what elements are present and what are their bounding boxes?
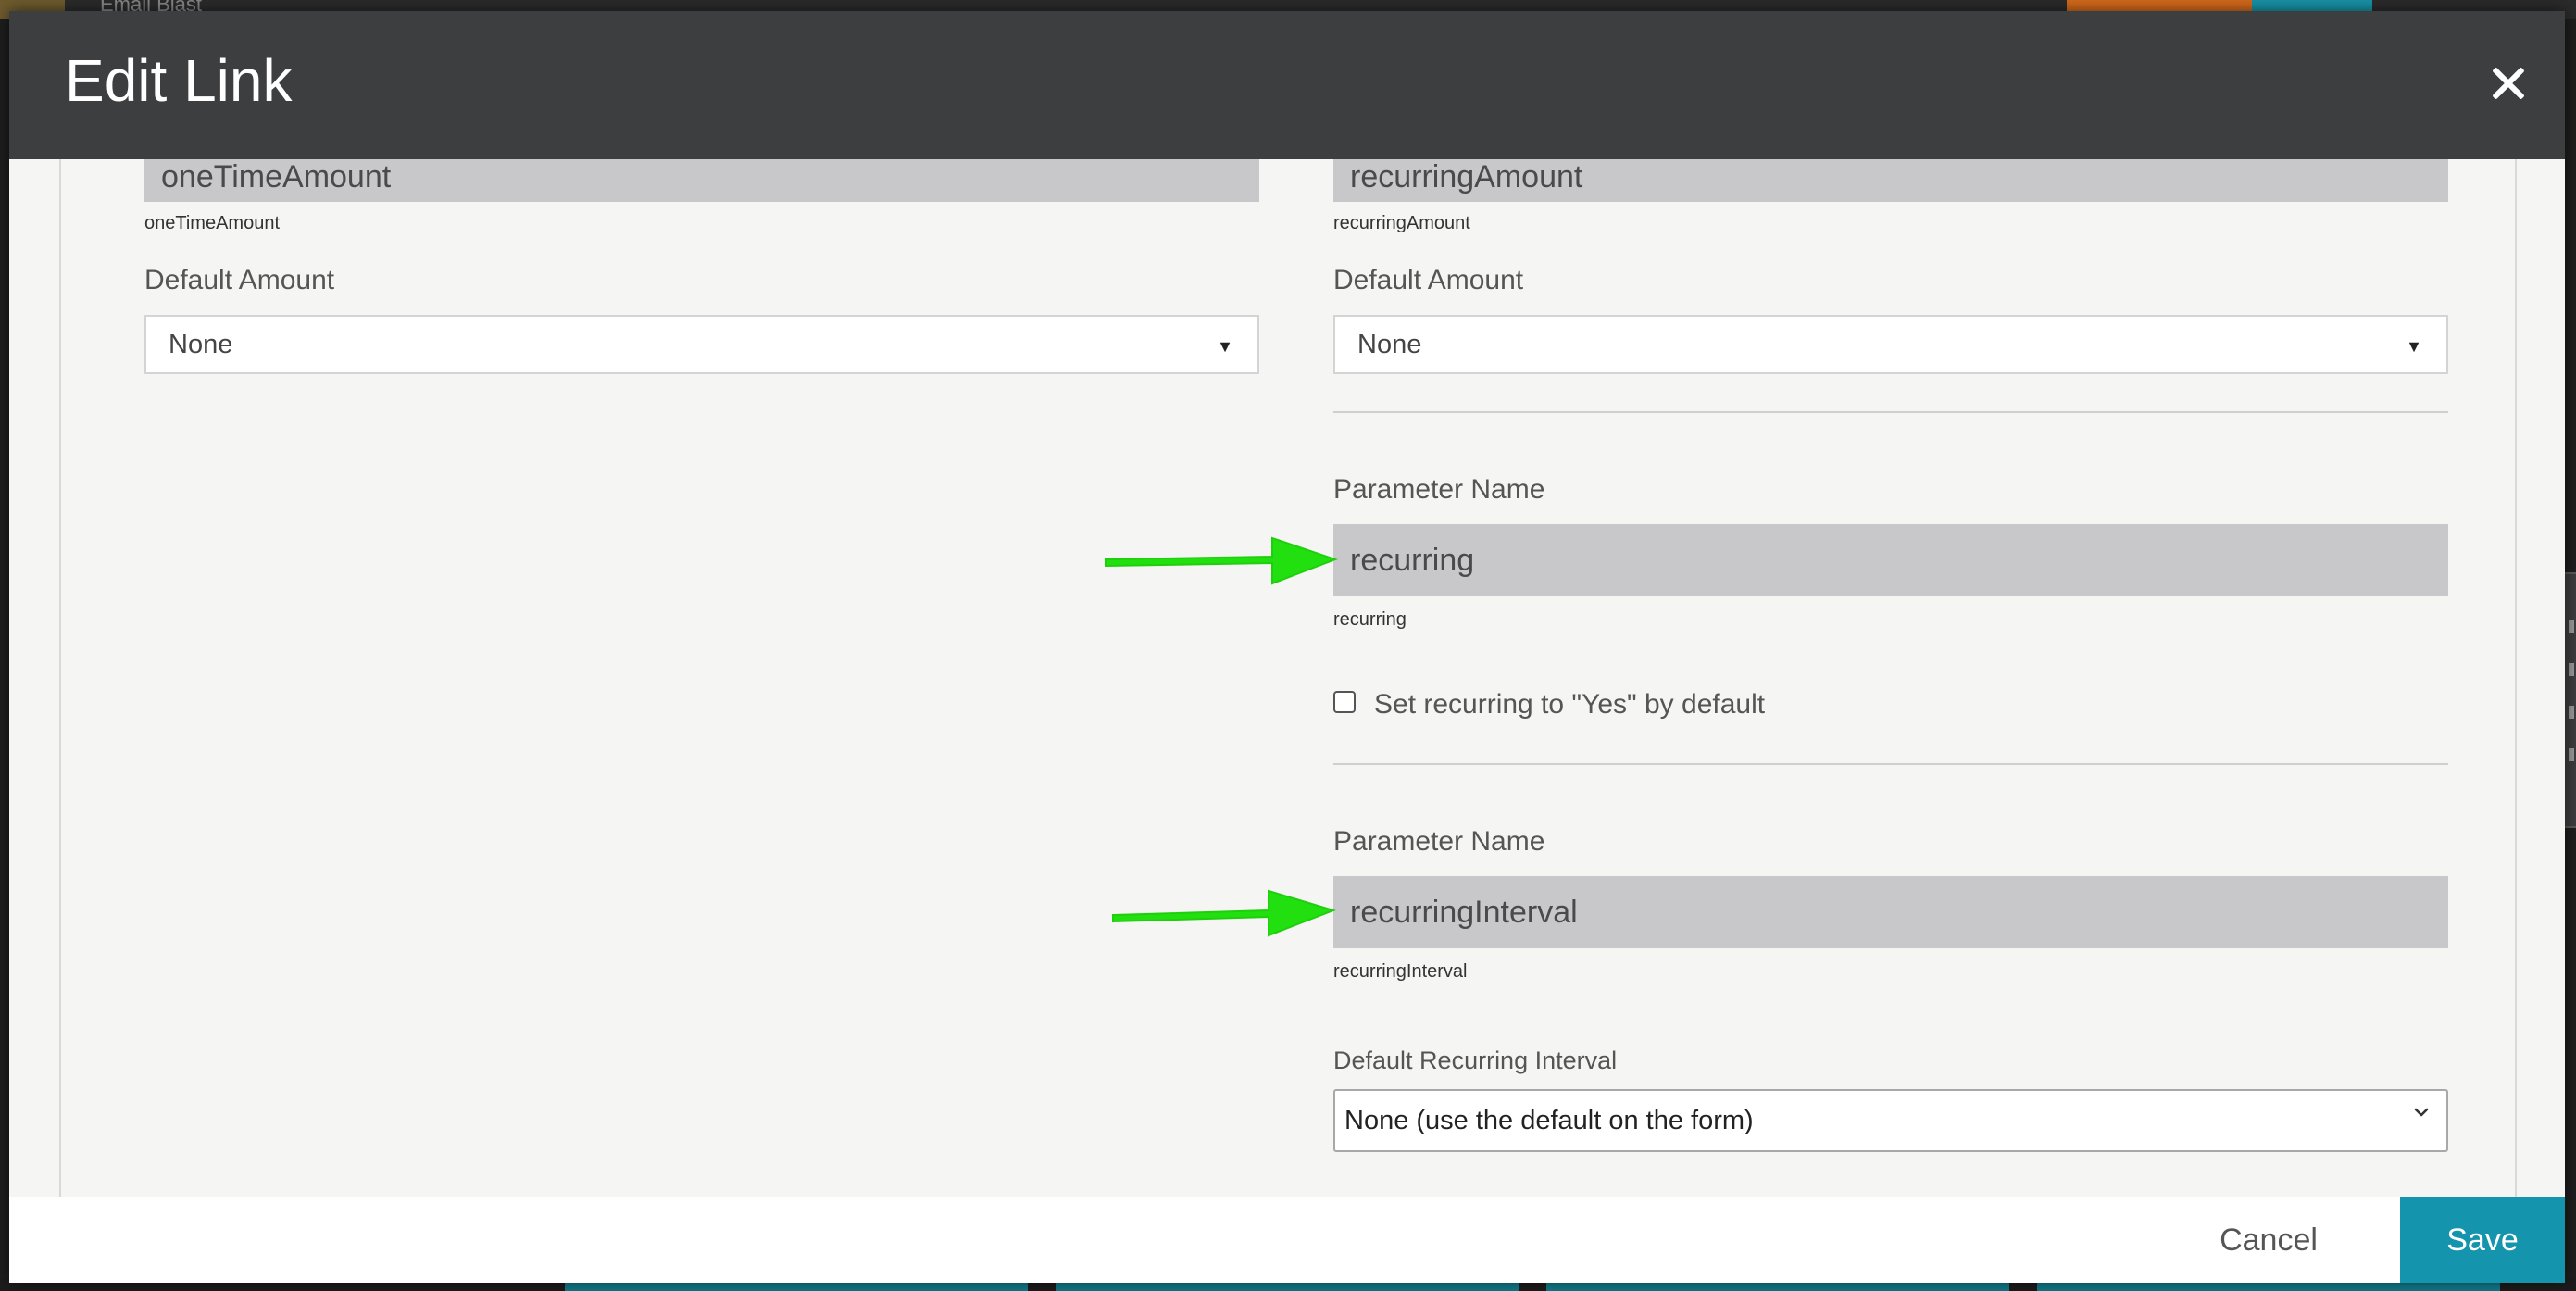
default-recurring-interval-label: Default Recurring Interval xyxy=(1333,1047,1618,1074)
right-default-amount-value: None xyxy=(1357,329,1422,359)
left-default-amount-label: Default Amount xyxy=(144,265,335,295)
one-time-amount-hint: oneTimeAmount xyxy=(144,213,280,233)
close-icon[interactable] xyxy=(2489,65,2526,102)
caret-down-icon: ▼ xyxy=(1217,337,1233,356)
right-default-amount-label: Default Amount xyxy=(1333,265,1524,295)
content-panel: oneTimeAmount oneTimeAmount Default Amou… xyxy=(59,159,2517,1197)
save-button[interactable]: Save xyxy=(2400,1197,2565,1283)
chevron-down-icon xyxy=(2414,1108,2429,1117)
recurring-interval-param-input[interactable]: recurringInterval xyxy=(1333,876,2448,948)
left-default-amount-select[interactable]: None ▼ xyxy=(144,315,1259,374)
recurring-amount-hint: recurringAmount xyxy=(1333,213,1470,233)
recurring-param-hint: recurring xyxy=(1333,609,1407,630)
modal-header: Edit Link xyxy=(9,11,2565,159)
modal-footer: Cancel Save xyxy=(9,1197,2565,1283)
recurring-interval-param-label: Parameter Name xyxy=(1333,826,1545,857)
recurring-interval-param-value: recurringInterval xyxy=(1350,894,1578,930)
section-divider xyxy=(1333,411,2448,413)
recurring-amount-param-input[interactable]: recurringAmount xyxy=(1333,159,2448,202)
caret-down-icon: ▼ xyxy=(2406,337,2422,356)
recurring-param-input[interactable]: recurring xyxy=(1333,524,2448,596)
edit-link-modal: Edit Link oneTimeAmount oneTimeAmount De… xyxy=(9,11,2565,1283)
side-tab-label xyxy=(2569,620,2574,778)
default-recurring-interval-value: None (use the default on the form) xyxy=(1344,1105,1754,1135)
left-default-amount-value: None xyxy=(169,329,233,359)
section-divider xyxy=(1333,763,2448,765)
recurring-param-value: recurring xyxy=(1350,542,1475,578)
recurring-amount-param-value: recurringAmount xyxy=(1350,159,1583,194)
recurring-interval-param-hint: recurringInterval xyxy=(1333,961,1468,982)
backdrop-orange-button xyxy=(2067,0,2270,11)
backdrop-teal-button xyxy=(2252,0,2372,11)
cancel-button[interactable]: Cancel xyxy=(2176,1197,2361,1283)
green-arrow-icon xyxy=(1105,536,1338,585)
recurring-param-label: Parameter Name xyxy=(1333,474,1545,505)
green-arrow-icon xyxy=(1112,889,1337,937)
recurring-default-checkbox-label[interactable]: Set recurring to "Yes" by default xyxy=(1374,689,1765,721)
one-time-amount-param-input[interactable]: oneTimeAmount xyxy=(144,159,1259,202)
recurring-default-checkbox[interactable] xyxy=(1333,691,1356,713)
default-recurring-interval-select[interactable]: None (use the default on the form) xyxy=(1333,1089,2448,1152)
modal-title: Edit Link xyxy=(65,47,293,114)
modal-body[interactable]: oneTimeAmount oneTimeAmount Default Amou… xyxy=(9,159,2565,1197)
right-default-amount-select[interactable]: None ▼ xyxy=(1333,315,2448,374)
one-time-amount-param-value: oneTimeAmount xyxy=(161,159,392,194)
